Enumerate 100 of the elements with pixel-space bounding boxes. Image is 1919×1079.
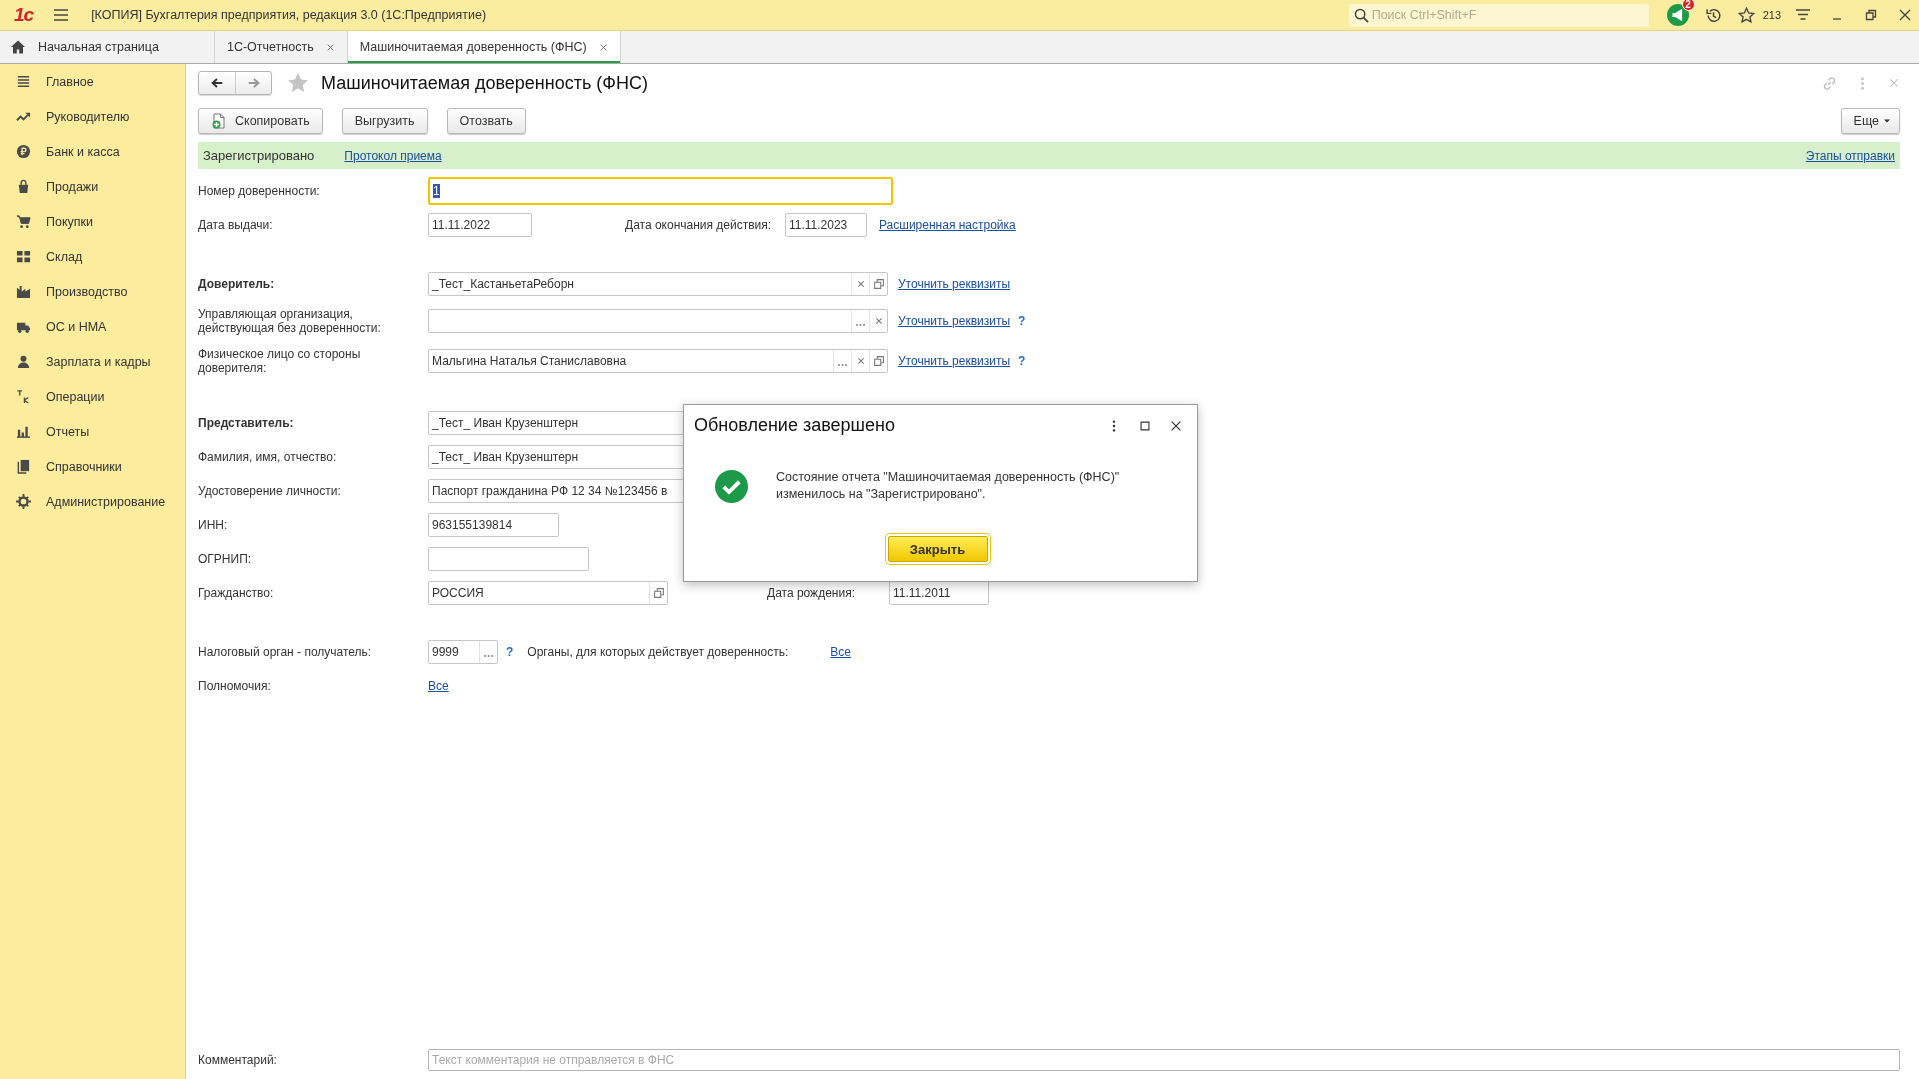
sidebar-item[interactable]: ОС и НМА (0, 309, 185, 344)
grid-icon (16, 249, 31, 264)
field-label: Удостоверение личности: (198, 484, 342, 498)
bag-icon (16, 179, 31, 194)
field-label: ОГРНИП: (198, 552, 253, 566)
search-field[interactable]: Поиск Ctrl+Shift+F (1348, 3, 1649, 27)
person-icon (16, 354, 31, 369)
menu-icon[interactable] (53, 7, 70, 23)
toolbar-button[interactable]: Отозвать (446, 108, 526, 134)
input-field[interactable]: _Тест_ Иван Крузенштерн (428, 445, 684, 469)
input-field[interactable]: РОССИЯ (428, 581, 668, 605)
tab[interactable]: 1С-Отчетность (214, 31, 348, 63)
sidebar-item[interactable]: Администрирование (0, 484, 185, 519)
counter: 213 (1762, 9, 1781, 21)
open-window-icon (871, 354, 886, 368)
factory-icon (16, 284, 31, 299)
filter-menu-icon[interactable] (1795, 7, 1811, 23)
link[interactable]: Расширенная настройка (879, 218, 1016, 232)
star-icon[interactable] (287, 72, 309, 94)
sidebar-item[interactable]: Банк и касса (0, 134, 185, 169)
star-icon[interactable] (1737, 6, 1755, 24)
link[interactable]: Уточнить реквизиты (898, 314, 1011, 328)
input-field[interactable]: Паспорт гражданина РФ 12 34 №123456 в (428, 479, 684, 503)
open-window-icon (651, 586, 666, 600)
help-mark[interactable]: ? (1018, 354, 1026, 368)
bar-chart-icon (16, 424, 31, 439)
sidebar-item[interactable]: Продажи (0, 169, 185, 204)
sidebar-item[interactable]: Покупки (0, 204, 185, 239)
protocol-link[interactable]: Протокол приема (344, 148, 442, 163)
field-label: Управляющая организация, действующая без доверенности: (198, 307, 382, 335)
field-label: Дата выдачи: (198, 218, 274, 232)
link[interactable]: Все (428, 679, 449, 693)
field-label: ИНН: (198, 518, 229, 532)
open-button[interactable] (869, 273, 887, 295)
toolbar-button[interactable]: Скопировать (198, 108, 323, 134)
tab[interactable]: Начальная страница (0, 31, 215, 63)
logo: 1с (14, 4, 34, 26)
input-field[interactable]: 11.11.2023 (785, 213, 867, 237)
notification-badge: 2 (1681, 0, 1695, 11)
settings-icon (16, 494, 31, 509)
dialog-title: Обновление завершено (694, 415, 895, 436)
open-window-icon (871, 277, 886, 291)
sidebar-item[interactable]: Отчеты (0, 414, 185, 449)
field-label: Номер доверенности: (198, 184, 321, 198)
link[interactable]: Уточнить реквизиты (898, 277, 1011, 291)
input-field[interactable]: _Тест_КастаньетаРеборн (428, 272, 888, 296)
stages-link[interactable]: Этапы отправки (1805, 148, 1895, 163)
open-button[interactable] (649, 582, 667, 604)
check-circle-icon (715, 469, 748, 503)
sidebar-item[interactable]: Производство (0, 274, 185, 309)
more-button[interactable]: Еще (1840, 108, 1900, 134)
sidebar-item[interactable]: Склад (0, 239, 185, 274)
sidebar-item[interactable]: Главное (0, 64, 185, 99)
maximize-icon[interactable] (1138, 418, 1152, 433)
input-field[interactable]: 963155139814 (428, 513, 559, 537)
coin-icon (16, 144, 31, 159)
link[interactable]: Все (830, 645, 851, 659)
input-field[interactable]: 11.11.2022 (428, 213, 532, 237)
arrow-left-icon (210, 76, 224, 90)
sidebar-item[interactable]: Руководителю (0, 99, 185, 134)
input-field[interactable] (428, 309, 888, 333)
field-label: Налоговый орган - получатель: (198, 645, 373, 659)
field-label: Физическое лицо со стороны доверителя: (198, 347, 362, 375)
search-icon (1353, 7, 1369, 23)
comment-field[interactable]: Текст комментария не отправляется в ФНС (428, 1049, 1900, 1071)
input-field[interactable]: Мальгина Наталья Станиславовна (428, 349, 888, 373)
input-field[interactable]: 11.11.2011 (889, 581, 989, 605)
field-label: Представитель: (198, 416, 295, 430)
window-title: [КОПИЯ] Бухгалтерия предприятия, редакция 3.0 (1С:Предприятие) (91, 8, 487, 22)
close-button[interactable]: Закрыть (887, 536, 988, 562)
cart-icon (16, 214, 31, 229)
field-label: Гражданство: (198, 586, 275, 600)
tab[interactable]: Машиночитаемая доверенность (ФНС) (347, 31, 621, 63)
field-label: Фамилия, имя, отчество: (198, 450, 338, 464)
restore-icon[interactable] (1863, 7, 1879, 23)
input-field[interactable]: _Тест_ Иван Крузенштерн (428, 411, 684, 435)
toolbar-button[interactable]: Выгрузить (341, 108, 428, 134)
input-field[interactable]: 1 (428, 177, 893, 205)
form-title: Машиночитаемая доверенность (ФНС) (321, 72, 648, 94)
history-icon[interactable] (1704, 6, 1722, 24)
copy-document-icon (211, 113, 227, 129)
field-label: Дата рождения: (767, 586, 856, 600)
field-label: Дата окончания действия: (625, 218, 773, 232)
open-button[interactable] (869, 350, 887, 372)
sidebar-item[interactable]: Справочники (0, 449, 185, 484)
help-mark[interactable]: ? (506, 645, 514, 659)
sidebar-item[interactable]: Зарплата и кадры (0, 344, 185, 379)
field-label: Органы, для которых действует доверенность: (527, 645, 789, 659)
close-icon[interactable] (1897, 7, 1913, 23)
input-field[interactable] (428, 547, 589, 571)
field-label: Комментарий: (198, 1053, 278, 1067)
input-field[interactable]: 9999 (428, 640, 498, 664)
arrow-right-icon (246, 76, 261, 90)
status-text: Зарегистрировано (203, 148, 315, 163)
field-label: Доверитель: (198, 277, 276, 291)
help-mark[interactable]: ? (1018, 314, 1026, 328)
link[interactable]: Уточнить реквизиты (898, 354, 1011, 368)
dialog-message: Состояние отчета "Машиночитаемая доверенность (ФНС)" изменилось на "Зарегистрировано". (776, 469, 1120, 503)
sidebar-item[interactable]: Операции (0, 379, 185, 414)
books-icon (16, 459, 31, 474)
